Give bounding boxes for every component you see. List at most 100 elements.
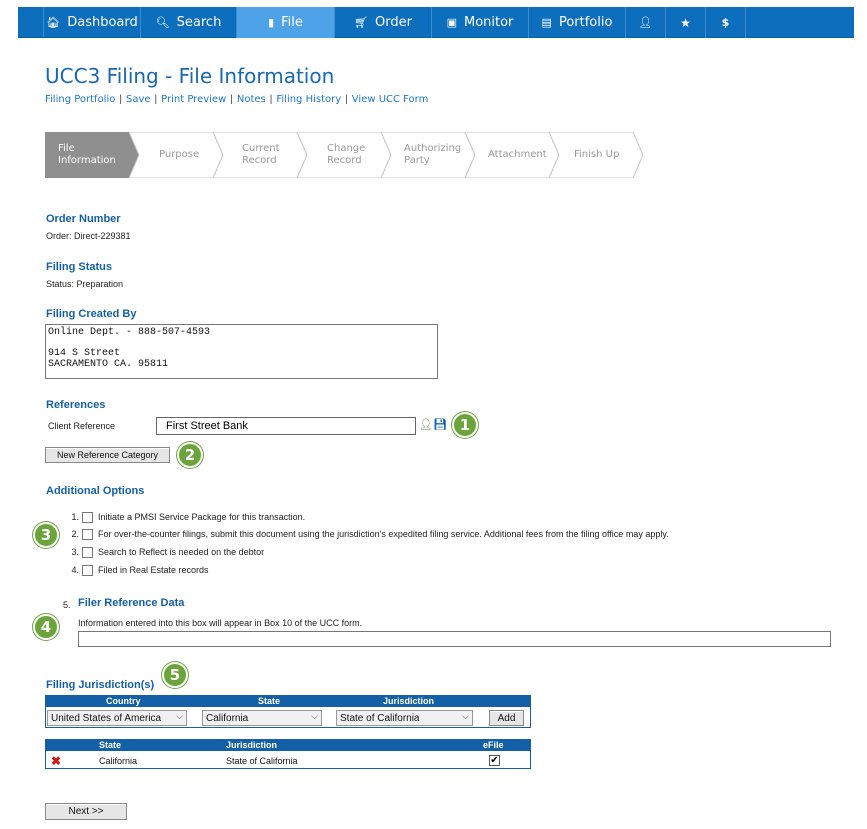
callout-badge-2: 2 bbox=[177, 442, 203, 468]
delete-icon[interactable]: ✖ bbox=[51, 754, 61, 768]
new-reference-category-button[interactable]: New Reference Category bbox=[45, 447, 170, 463]
user-icon: 👤︎ bbox=[638, 16, 653, 29]
filer-reference-note: Information entered into this box will a… bbox=[78, 618, 363, 628]
save-icon[interactable]: 💾︎ bbox=[433, 418, 447, 431]
nav-spacer bbox=[18, 7, 44, 37]
option-number: 4. bbox=[71, 565, 79, 575]
nav-dashboard[interactable]: 🏠︎ Dashboard bbox=[44, 7, 141, 38]
nav-search[interactable]: 🔍︎ Search bbox=[141, 7, 237, 38]
order-number-value: Order: Direct-229381 bbox=[46, 231, 131, 241]
page-title: UCC3 Filing - File Information bbox=[45, 64, 335, 88]
nav-label: File bbox=[281, 15, 303, 30]
filing-status-value: Status: Preparation bbox=[46, 279, 124, 289]
filing-jurisdiction-heading: Filing Jurisdiction(s) bbox=[46, 679, 155, 691]
option-expedited: 2. For over-the-counter filings, submit … bbox=[60, 527, 669, 541]
jurisdiction-select[interactable]: State of California ⌵ bbox=[336, 710, 473, 726]
nav-label: Search bbox=[176, 15, 222, 30]
option-checkbox[interactable] bbox=[82, 511, 93, 523]
next-button[interactable]: Next >> bbox=[45, 803, 127, 820]
client-reference-input[interactable] bbox=[156, 417, 416, 435]
top-navbar: 🏠︎ Dashboard 🔍︎ Search ▮ File 🛒︎ Order ▣… bbox=[18, 7, 854, 38]
wizard-step-current-record[interactable]: Current Record bbox=[213, 132, 309, 178]
search-icon: 🔍︎ bbox=[155, 16, 170, 29]
state-select[interactable]: California ⌵ bbox=[202, 710, 322, 726]
nav-portfolio[interactable]: ▤ Portfolio bbox=[529, 7, 626, 38]
country-select[interactable]: United States of America ⌵ bbox=[47, 710, 187, 726]
option-number: 2. bbox=[71, 529, 79, 539]
link-view-ucc-form[interactable]: View UCC Form bbox=[352, 94, 429, 105]
nav-user-button[interactable]: 👤︎ bbox=[626, 7, 666, 38]
option-label: Search to Reflect is needed on the debto… bbox=[98, 547, 265, 557]
option-checkbox[interactable] bbox=[82, 546, 93, 558]
link-notes[interactable]: Notes bbox=[237, 94, 266, 105]
filing-status-heading: Filing Status bbox=[46, 261, 112, 273]
wizard-step-change-record[interactable]: Change Record bbox=[297, 132, 393, 178]
option-checkbox[interactable] bbox=[82, 528, 93, 540]
cart-icon: 🛒︎ bbox=[354, 16, 368, 29]
filer-reference-heading: Filer Reference Data bbox=[78, 597, 185, 609]
col-state: State bbox=[99, 740, 122, 750]
order-number-heading: Order Number bbox=[46, 213, 121, 225]
option-search-to-reflect: 3. Search to Reflect is needed on the de… bbox=[60, 545, 264, 559]
star-icon: ★ bbox=[680, 15, 691, 30]
option-real-estate: 4. Filed in Real Estate records bbox=[60, 563, 209, 577]
wizard-step-authorizing-party[interactable]: Authorizing Party bbox=[381, 132, 477, 178]
row-jurisdiction: State of California bbox=[226, 756, 298, 766]
nav-label: Monitor bbox=[463, 15, 514, 30]
wizard-step-file-information[interactable]: File Information bbox=[45, 132, 141, 178]
option-label: For over-the-counter filings, submit thi… bbox=[98, 529, 669, 539]
page-links: Filing Portfolio | Save | Print Preview | Note… bbox=[45, 94, 429, 105]
monitor-icon: ▣ bbox=[446, 16, 457, 29]
efile-checkbox[interactable]: ✔ bbox=[489, 755, 500, 766]
callout-badge-3: 3 bbox=[33, 522, 59, 548]
wizard-step-attachment[interactable]: Attachment bbox=[465, 132, 561, 178]
col-jurisdiction: Jurisdiction bbox=[383, 696, 435, 706]
callout-badge-1: 1 bbox=[452, 412, 478, 438]
wizard-steps: File Information Purpose Current Record … bbox=[45, 132, 645, 178]
col-jurisdiction: Jurisdiction bbox=[226, 740, 278, 750]
jurisdiction-select-header: Country State Jurisdiction bbox=[46, 696, 530, 707]
nav-monitor[interactable]: ▣ Monitor bbox=[432, 7, 529, 38]
option-label: Initiate a PMSI Service Package for this… bbox=[98, 512, 306, 522]
row-state: California bbox=[99, 756, 138, 766]
nav-label: Dashboard bbox=[67, 15, 138, 30]
nav-billing-button[interactable]: $ bbox=[706, 7, 746, 38]
col-state: State bbox=[258, 696, 281, 706]
option-number: 1. bbox=[71, 512, 79, 522]
contact-lookup-icon[interactable]: 👤︎ bbox=[419, 418, 433, 431]
home-icon: 🏠︎ bbox=[46, 16, 61, 29]
callout-badge-5: 5 bbox=[162, 662, 188, 688]
jurisdiction-select-table: Country State Jurisdiction United States… bbox=[45, 695, 531, 728]
link-save[interactable]: Save bbox=[126, 94, 151, 105]
filing-created-by-box[interactable]: Online Dept. - 888-507-4593 914 S Street… bbox=[45, 324, 438, 379]
option-number: 3. bbox=[71, 547, 79, 557]
option-checkbox[interactable] bbox=[82, 564, 93, 576]
link-filing-history[interactable]: Filing History bbox=[276, 94, 341, 105]
chevron-down-icon: ⌵ bbox=[462, 711, 469, 721]
link-filing-portfolio[interactable]: Filing Portfolio bbox=[45, 94, 115, 105]
state-select-value: California bbox=[206, 712, 249, 724]
add-jurisdiction-button[interactable]: Add bbox=[489, 710, 524, 726]
filing-created-by-heading: Filing Created By bbox=[46, 308, 137, 320]
link-print-preview[interactable]: Print Preview bbox=[161, 94, 226, 105]
file-icon: ▮ bbox=[268, 16, 275, 29]
wizard-step-purpose[interactable]: Purpose bbox=[129, 132, 225, 178]
col-country: Country bbox=[106, 696, 141, 706]
nav-file[interactable]: ▮ File bbox=[237, 7, 335, 38]
nav-favorites-button[interactable]: ★ bbox=[666, 7, 706, 38]
callout-badge-4: 4 bbox=[33, 614, 59, 640]
option-label: Filed in Real Estate records bbox=[98, 565, 209, 575]
dollar-icon: $ bbox=[721, 16, 730, 29]
option-pmsi: 1. Initiate a PMSI Service Package for t… bbox=[60, 510, 305, 524]
chevron-down-icon: ⌵ bbox=[311, 711, 318, 721]
filer-reference-input[interactable] bbox=[78, 631, 831, 647]
jurisdiction-select-value: State of California bbox=[340, 712, 420, 724]
portfolio-icon: ▤ bbox=[541, 16, 552, 29]
wizard-step-finish-up[interactable]: Finish Up bbox=[549, 132, 645, 178]
chevron-down-icon: ⌵ bbox=[176, 711, 183, 721]
references-heading: References bbox=[46, 399, 106, 411]
jurisdiction-list-table: State Jurisdiction eFile ✖ California St… bbox=[45, 739, 531, 769]
client-reference-label: Client Reference bbox=[48, 421, 116, 431]
nav-order[interactable]: 🛒︎ Order bbox=[335, 7, 432, 38]
col-efile: eFile bbox=[483, 740, 504, 750]
